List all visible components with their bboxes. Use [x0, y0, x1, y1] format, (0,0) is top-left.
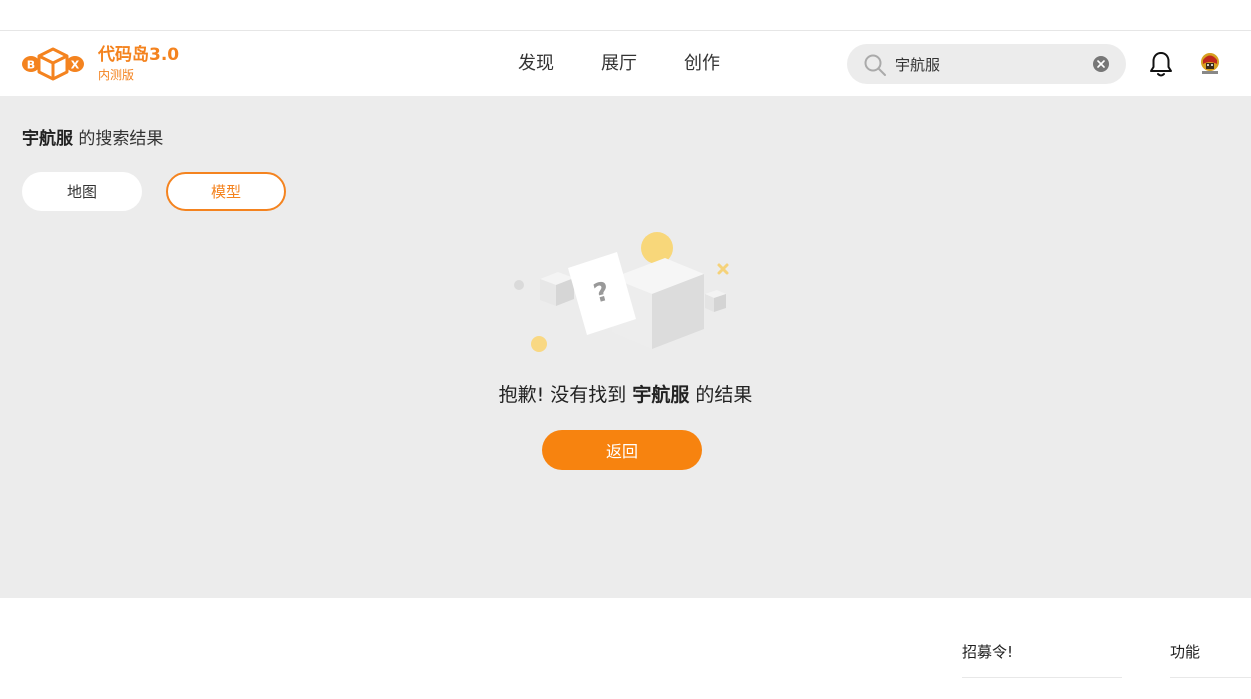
tab-map[interactable]: 地图	[22, 172, 142, 211]
empty-message-query: 宇航服	[632, 384, 690, 406]
footer-divider	[962, 677, 1122, 678]
nav-create[interactable]: 创作	[684, 52, 720, 76]
search-input[interactable]	[895, 52, 1085, 76]
footer-recruit-heading[interactable]: 招募令!	[962, 641, 1013, 662]
results-heading: 宇航服 的搜索结果	[22, 124, 163, 149]
results-title-suffix: 的搜索结果	[78, 129, 164, 149]
footer: 招募令! 功能	[0, 598, 1251, 699]
logo-letter-b: B	[27, 59, 35, 72]
empty-message-prefix: 抱歉! 没有找到	[498, 384, 627, 406]
footer-features-heading[interactable]: 功能	[1170, 641, 1200, 662]
search-icon[interactable]	[863, 53, 887, 77]
user-avatar[interactable]	[1199, 52, 1221, 76]
nav-discover[interactable]: 发现	[518, 52, 554, 76]
back-button[interactable]: 返回	[542, 430, 702, 470]
bell-icon[interactable]	[1148, 50, 1174, 78]
logo-icon[interactable]: B X	[22, 44, 84, 84]
empty-box-illustration: ?	[514, 232, 729, 352]
brand-name: 代码岛3.0	[98, 45, 180, 65]
search-box	[847, 44, 1126, 84]
brand: 代码岛3.0 内测版	[98, 45, 179, 83]
clear-search-icon[interactable]	[1093, 56, 1109, 72]
header: B X 代码岛3.0 内测版 发现 展厅 创作	[0, 32, 1251, 96]
nav-gallery[interactable]: 展厅	[601, 52, 637, 76]
main-nav: 发现 展厅 创作	[518, 52, 720, 76]
brand-subtitle: 内测版	[98, 68, 135, 82]
search-results-panel: 宇航服 的搜索结果 地图 模型 ? 抱歉! 没有找到 宇航服 的结果 返回	[0, 96, 1251, 598]
tab-model[interactable]: 模型	[166, 172, 286, 211]
footer-divider	[1170, 677, 1251, 678]
empty-message: 抱歉! 没有找到 宇航服 的结果	[0, 380, 1251, 407]
empty-message-suffix: 的结果	[695, 384, 753, 406]
top-strip	[0, 0, 1251, 31]
results-query: 宇航服	[22, 129, 73, 149]
logo-letter-x: X	[71, 59, 80, 72]
